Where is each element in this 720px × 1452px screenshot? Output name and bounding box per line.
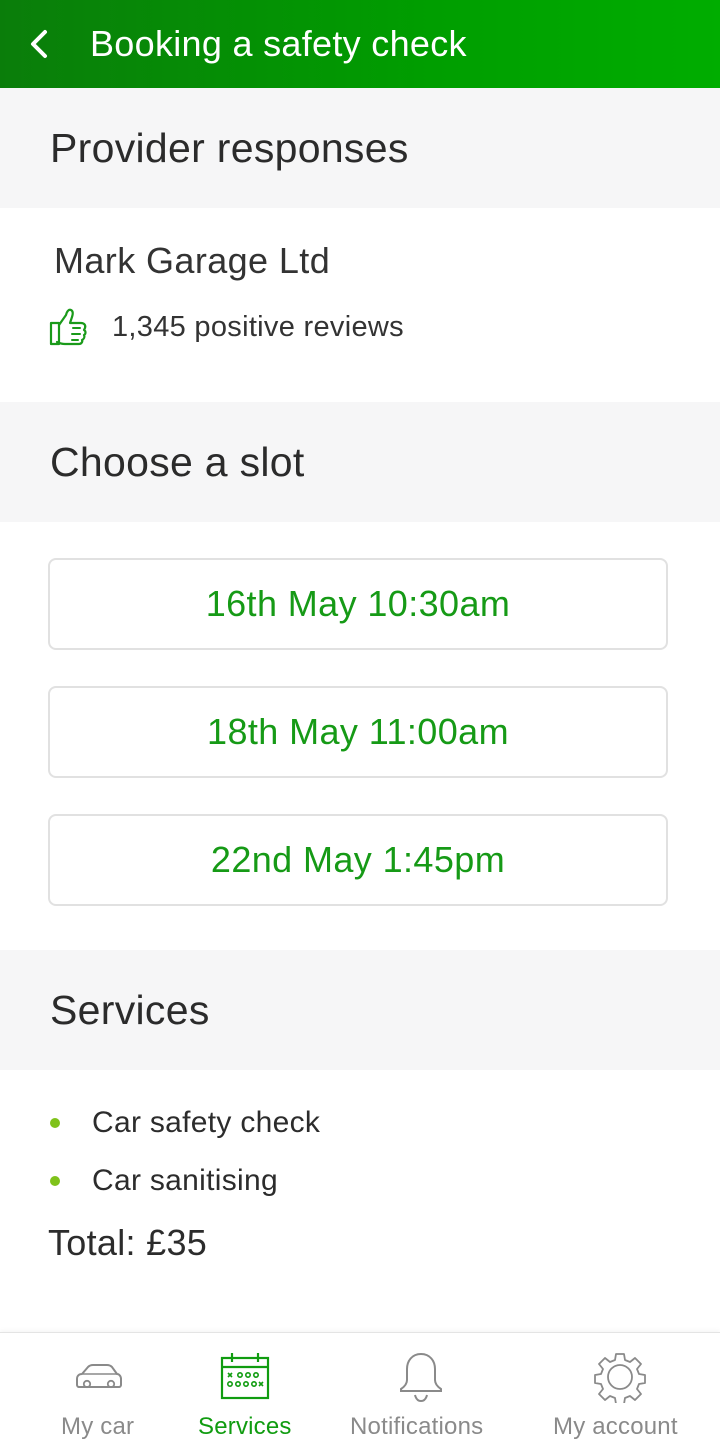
provider-section-title: Provider responses: [50, 124, 409, 171]
thumbs-up-icon: [49, 308, 87, 346]
page-title: Booking a safety check: [90, 23, 467, 64]
bullet-icon: [50, 1176, 60, 1186]
slots-section-header: Choose a slot: [0, 402, 720, 522]
list-item: Car safety check: [48, 1094, 320, 1152]
tab-services[interactable]: Services: [190, 1333, 300, 1452]
bullet-icon: [50, 1118, 60, 1128]
gear-icon: [594, 1351, 646, 1403]
slot-button-1[interactable]: 16th May 10:30am: [48, 558, 668, 650]
slots-section-title: Choose a slot: [50, 438, 305, 485]
services-list: Car safety check Car sanitising: [48, 1094, 320, 1210]
service-label: Car safety check: [92, 1106, 321, 1139]
tab-label: My account: [553, 1413, 678, 1440]
chevron-left-icon: [31, 30, 47, 58]
reviews-count: 1,345 positive reviews: [112, 310, 404, 343]
tab-my-car[interactable]: My car: [48, 1333, 150, 1452]
app-header: Booking a safety check: [0, 0, 720, 88]
list-item: Car sanitising: [48, 1152, 320, 1210]
tab-label: Notifications: [350, 1413, 484, 1440]
slot-button-3[interactable]: 22nd May 1:45pm: [48, 814, 668, 906]
provider-name: Mark Garage Ltd: [54, 240, 331, 281]
tab-label: My car: [61, 1413, 135, 1440]
back-button[interactable]: [0, 0, 84, 88]
services-section-header: Services: [0, 950, 720, 1070]
bottom-tab-bar: My car Services Notifications My account: [0, 1332, 720, 1452]
tab-notifications[interactable]: Notifications: [348, 1333, 494, 1452]
provider-section-header: Provider responses: [0, 88, 720, 208]
total-price: Total: £35: [48, 1222, 208, 1263]
tab-label: Services: [198, 1413, 292, 1440]
services-section-title: Services: [50, 986, 210, 1033]
calendar-icon: [219, 1351, 271, 1403]
tab-my-account[interactable]: My account: [550, 1333, 690, 1452]
bell-icon: [395, 1351, 447, 1403]
provider-reviews: 1,345 positive reviews: [48, 306, 404, 348]
slot-button-2[interactable]: 18th May 11:00am: [48, 686, 668, 778]
car-icon: [73, 1351, 125, 1403]
service-label: Car sanitising: [92, 1164, 278, 1197]
